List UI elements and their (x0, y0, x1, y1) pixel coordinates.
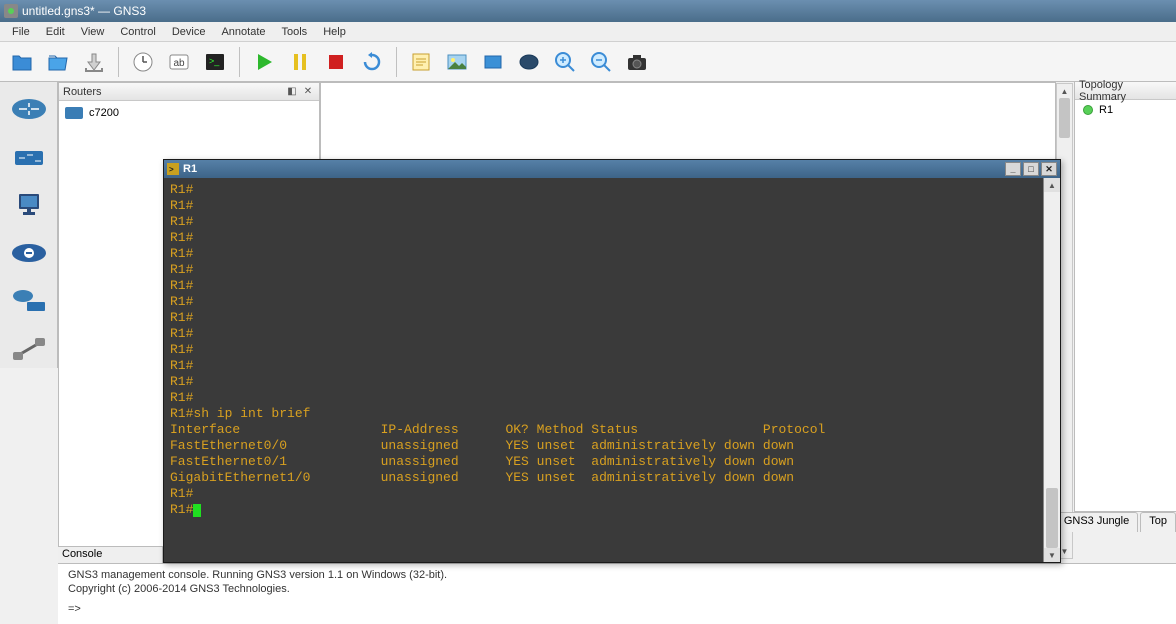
console-line: GNS3 management console. Running GNS3 ve… (68, 568, 1166, 582)
window-title: untitled.gns3* — GNS3 (22, 4, 146, 18)
open-project-button[interactable] (42, 46, 74, 78)
menu-control[interactable]: Control (112, 24, 163, 40)
terminal-titlebar[interactable]: > R1 _ □ ✕ (164, 160, 1060, 178)
reload-all-button[interactable] (356, 46, 388, 78)
terminal-scrollbar[interactable]: ▲ ▼ (1043, 178, 1060, 562)
toolbar: ab >_ (0, 42, 1176, 82)
menu-device[interactable]: Device (164, 24, 214, 40)
svg-text:>: > (169, 165, 174, 174)
zoom-out-button[interactable] (585, 46, 617, 78)
security-devices-category-button[interactable] (7, 234, 51, 272)
menubar: File Edit View Control Device Annotate T… (0, 22, 1176, 42)
new-project-button[interactable] (6, 46, 38, 78)
scroll-thumb[interactable] (1046, 488, 1058, 548)
add-image-button[interactable] (441, 46, 473, 78)
snapshot-button[interactable] (127, 46, 159, 78)
add-rectangle-button[interactable] (477, 46, 509, 78)
switches-category-button[interactable] (7, 138, 51, 176)
routers-category-button[interactable] (7, 90, 51, 128)
topology-node-r1[interactable]: R1 (1075, 100, 1176, 120)
stop-all-button[interactable] (320, 46, 352, 78)
bottom-tabbar: GNS3 Jungle Top (1055, 512, 1176, 532)
routers-panel-close-button[interactable]: ✕ (301, 85, 315, 99)
terminal-maximize-button[interactable]: □ (1023, 162, 1039, 176)
app-icon (4, 4, 18, 18)
console-all-button[interactable]: >_ (199, 46, 231, 78)
tab-top[interactable]: Top (1140, 512, 1176, 532)
status-running-icon (1083, 105, 1093, 115)
menu-view[interactable]: View (73, 24, 113, 40)
routers-panel-undock-button[interactable]: ◧ (285, 85, 299, 99)
menu-file[interactable]: File (4, 24, 38, 40)
screenshot-button[interactable] (621, 46, 653, 78)
menu-edit[interactable]: Edit (38, 24, 73, 40)
scroll-thumb[interactable] (1059, 98, 1070, 138)
scroll-down-arrow-icon[interactable]: ▼ (1044, 548, 1060, 562)
terminal-title: R1 (183, 163, 197, 175)
menu-help[interactable]: Help (315, 24, 354, 40)
scroll-up-arrow-icon[interactable]: ▲ (1044, 178, 1060, 192)
start-all-button[interactable] (248, 46, 280, 78)
zoom-in-button[interactable] (549, 46, 581, 78)
add-ellipse-button[interactable] (513, 46, 545, 78)
scroll-up-arrow-icon[interactable]: ▲ (1057, 84, 1072, 98)
end-devices-category-button[interactable] (7, 186, 51, 224)
add-link-button[interactable] (7, 330, 51, 368)
menu-annotate[interactable]: Annotate (213, 24, 273, 40)
topology-panel-title: Topology Summary (1079, 79, 1172, 103)
topology-node-label: R1 (1099, 104, 1113, 116)
terminal-close-button[interactable]: ✕ (1041, 162, 1057, 176)
add-note-button[interactable] (405, 46, 437, 78)
routers-panel-header: Routers ◧ ✕ (59, 83, 319, 101)
window-titlebar: untitled.gns3* — GNS3 (0, 0, 1176, 22)
terminal-minimize-button[interactable]: _ (1005, 162, 1021, 176)
console-line: Copyright (c) 2006-2014 GNS3 Technologie… (68, 582, 1166, 596)
terminal-output[interactable]: R1# R1# R1# R1# R1# R1# R1# R1# R1# R1# … (164, 178, 1043, 562)
device-toolbar (0, 82, 58, 368)
svg-text:>_: >_ (209, 56, 220, 66)
routers-panel-title: Routers (63, 86, 102, 98)
tab-gns3-jungle[interactable]: GNS3 Jungle (1055, 512, 1138, 532)
pause-all-button[interactable] (284, 46, 316, 78)
menu-tools[interactable]: Tools (274, 24, 316, 40)
all-devices-category-button[interactable] (7, 282, 51, 320)
console-prompt: => (68, 602, 1166, 616)
console-panel-label: Console (58, 546, 163, 563)
terminal-body: R1# R1# R1# R1# R1# R1# R1# R1# R1# R1# … (164, 178, 1060, 562)
router-item-label: c7200 (89, 107, 119, 119)
terminal-window-r1: > R1 _ □ ✕ R1# R1# R1# R1# R1# R1# R1# R… (163, 159, 1061, 563)
router-item-c7200[interactable]: c7200 (63, 105, 315, 121)
terminal-icon: > (167, 163, 179, 175)
topology-summary-panel: Topology Summary R1 (1074, 82, 1176, 512)
topology-panel-header: Topology Summary (1075, 82, 1176, 100)
show-hide-interface-labels-button[interactable]: ab (163, 46, 195, 78)
router-icon (65, 107, 83, 119)
console-output[interactable]: GNS3 management console. Running GNS3 ve… (58, 563, 1176, 624)
svg-text:ab: ab (173, 58, 185, 69)
save-project-button[interactable] (78, 46, 110, 78)
